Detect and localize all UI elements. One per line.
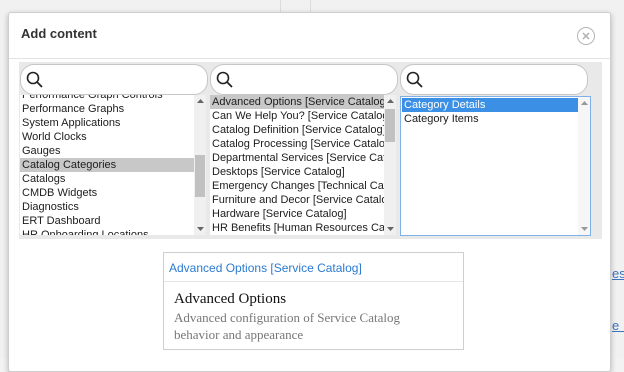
list-item[interactable]: Category Items xyxy=(402,112,578,126)
dialog-title: Add content xyxy=(21,26,97,41)
dialog-header: Add content xyxy=(9,13,610,59)
scroll-up-arrow-icon[interactable] xyxy=(384,95,396,107)
preview-header: Advanced Options [Service Catalog] xyxy=(169,261,362,275)
list-item[interactable]: CMDB Widgets xyxy=(20,186,194,200)
search-icon xyxy=(406,71,423,88)
list-item[interactable]: Can We Help You? [Service Catalog] xyxy=(210,109,384,123)
list-item[interactable]: Performance Graphs xyxy=(20,102,194,116)
list-item[interactable]: Emergency Changes [Technical Catalog] xyxy=(210,179,384,193)
list-item[interactable]: Catalog Processing [Service Catalog] xyxy=(210,137,384,151)
list-item[interactable]: System Applications xyxy=(20,116,194,130)
background-link[interactable]: e IF xyxy=(612,318,624,333)
background-divider xyxy=(280,0,281,12)
column2-search[interactable] xyxy=(210,64,398,95)
column1-list: Performance Graph Controls Performance Gr… xyxy=(20,95,206,235)
preview-title: Advanced Options xyxy=(174,291,287,307)
list-item[interactable]: Category Details xyxy=(402,98,578,112)
column2-list: Advanced Options [Service Catalog] Can We… xyxy=(210,95,396,235)
list-item[interactable]: HR Onboarding Locations xyxy=(20,228,194,235)
list-item[interactable]: World Clocks xyxy=(20,130,194,144)
preview-description: Advanced configuration of Service Catalo… xyxy=(174,310,400,342)
column3-list: Category Details Category Items xyxy=(400,96,591,236)
list-item[interactable]: Departmental Services [Service Catalog] xyxy=(210,151,384,165)
list-item[interactable]: Advanced Options [Service Catalog] xyxy=(210,95,384,109)
content-picker: Performance Graph Controls Performance Gr… xyxy=(19,62,602,239)
column1-search[interactable] xyxy=(20,64,208,95)
column2-search-input[interactable] xyxy=(237,69,389,91)
search-icon xyxy=(216,71,233,88)
list-item[interactable]: ERT Dashboard xyxy=(20,214,194,228)
scroll-up-arrow-icon[interactable] xyxy=(578,97,590,109)
add-content-dialog: Add content Performance Graph Controls Pe… xyxy=(8,12,611,372)
column2-scrollbar[interactable] xyxy=(384,95,396,235)
background-link[interactable]: es xyxy=(612,266,624,281)
background-divider xyxy=(310,0,311,12)
content-preview[interactable]: Advanced Options [Service Catalog] Advan… xyxy=(163,252,464,350)
list-item[interactable]: Catalogs xyxy=(20,172,194,186)
search-icon xyxy=(26,71,43,88)
list-item[interactable]: Catalog Definition [Service Catalog] xyxy=(210,123,384,137)
list-item[interactable]: Desktops [Service Catalog] xyxy=(210,165,384,179)
list-item[interactable]: Furniture and Decor [Service Catalog] xyxy=(210,193,384,207)
column1-scrollbar[interactable] xyxy=(194,95,206,235)
list-item[interactable]: Gauges xyxy=(20,144,194,158)
scroll-thumb[interactable] xyxy=(385,109,395,142)
column1-search-input[interactable] xyxy=(47,69,199,91)
column3-search[interactable] xyxy=(400,64,588,95)
list-item[interactable]: Hardware [Service Catalog] xyxy=(210,207,384,221)
preview-divider xyxy=(164,281,463,282)
scroll-thumb[interactable] xyxy=(195,155,205,197)
scroll-down-arrow-icon[interactable] xyxy=(194,223,206,235)
scroll-down-arrow-icon[interactable] xyxy=(384,223,396,235)
close-icon xyxy=(582,32,590,40)
scroll-down-arrow-icon[interactable] xyxy=(578,223,590,235)
list-item[interactable]: HR Benefits [Human Resources Catalog] xyxy=(210,221,384,235)
column3-scrollbar[interactable] xyxy=(578,97,590,235)
column3-search-input[interactable] xyxy=(427,69,579,91)
scroll-up-arrow-icon[interactable] xyxy=(194,95,206,107)
list-item[interactable]: Diagnostics xyxy=(20,200,194,214)
close-button[interactable] xyxy=(577,27,595,45)
list-item[interactable]: Performance Graph Controls xyxy=(20,95,194,102)
list-item[interactable]: Catalog Categories xyxy=(20,158,194,172)
